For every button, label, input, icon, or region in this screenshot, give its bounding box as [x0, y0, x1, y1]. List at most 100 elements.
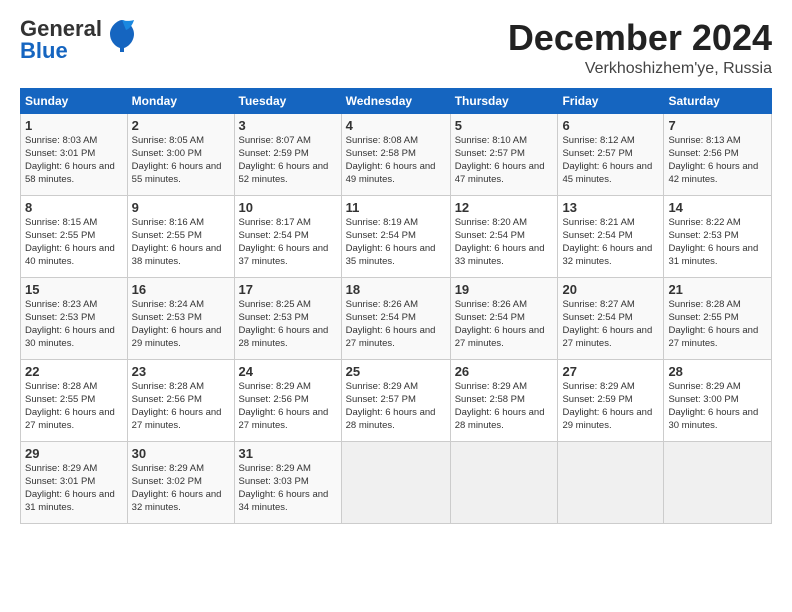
calendar-cell: 4 Sunrise: 8:08 AM Sunset: 2:58 PM Dayli…	[341, 113, 450, 195]
day-number: 9	[132, 199, 230, 217]
day-number: 24	[239, 363, 337, 381]
daylight-label: Daylight: 6 hours and 27 minutes.	[346, 325, 436, 349]
day-number: 15	[25, 281, 123, 299]
day-number: 10	[239, 199, 337, 217]
sunrise-label: Sunrise: 8:12 AM	[562, 135, 634, 146]
calendar-cell: 9 Sunrise: 8:16 AM Sunset: 2:55 PM Dayli…	[127, 195, 234, 277]
sunrise-label: Sunrise: 8:29 AM	[239, 381, 311, 392]
daylight-label: Daylight: 6 hours and 31 minutes.	[668, 243, 758, 267]
calendar-cell: 23 Sunrise: 8:28 AM Sunset: 2:56 PM Dayl…	[127, 359, 234, 441]
daylight-label: Daylight: 6 hours and 27 minutes.	[455, 325, 545, 349]
sunset-label: Sunset: 2:53 PM	[668, 230, 738, 241]
sunrise-label: Sunrise: 8:22 AM	[668, 217, 740, 228]
calendar-cell: 14 Sunrise: 8:22 AM Sunset: 2:53 PM Dayl…	[664, 195, 772, 277]
calendar-cell: 21 Sunrise: 8:28 AM Sunset: 2:55 PM Dayl…	[664, 277, 772, 359]
daylight-label: Daylight: 6 hours and 37 minutes.	[239, 243, 329, 267]
day-number: 11	[346, 199, 446, 217]
calendar-cell: 28 Sunrise: 8:29 AM Sunset: 3:00 PM Dayl…	[664, 359, 772, 441]
daylight-label: Daylight: 6 hours and 49 minutes.	[346, 161, 436, 185]
col-header-wednesday: Wednesday	[341, 88, 450, 113]
sunset-label: Sunset: 3:00 PM	[132, 148, 202, 159]
daylight-label: Daylight: 6 hours and 28 minutes.	[346, 407, 436, 431]
sunset-label: Sunset: 2:57 PM	[346, 394, 416, 405]
daylight-label: Daylight: 6 hours and 29 minutes.	[132, 325, 222, 349]
day-number: 20	[562, 281, 659, 299]
day-number: 8	[25, 199, 123, 217]
col-header-thursday: Thursday	[450, 88, 558, 113]
sunrise-label: Sunrise: 8:29 AM	[132, 463, 204, 474]
daylight-label: Daylight: 6 hours and 27 minutes.	[132, 407, 222, 431]
sunset-label: Sunset: 2:59 PM	[562, 394, 632, 405]
sunrise-label: Sunrise: 8:13 AM	[668, 135, 740, 146]
sunrise-label: Sunrise: 8:28 AM	[132, 381, 204, 392]
sunrise-label: Sunrise: 8:07 AM	[239, 135, 311, 146]
daylight-label: Daylight: 6 hours and 42 minutes.	[668, 161, 758, 185]
day-number: 18	[346, 281, 446, 299]
sunrise-label: Sunrise: 8:16 AM	[132, 217, 204, 228]
sunset-label: Sunset: 2:56 PM	[239, 394, 309, 405]
calendar-cell: 31 Sunrise: 8:29 AM Sunset: 3:03 PM Dayl…	[234, 441, 341, 523]
calendar-cell: 13 Sunrise: 8:21 AM Sunset: 2:54 PM Dayl…	[558, 195, 664, 277]
sunrise-label: Sunrise: 8:28 AM	[25, 381, 97, 392]
day-number: 21	[668, 281, 767, 299]
day-number: 25	[346, 363, 446, 381]
sunrise-label: Sunrise: 8:15 AM	[25, 217, 97, 228]
sunset-label: Sunset: 2:53 PM	[132, 312, 202, 323]
day-number: 26	[455, 363, 554, 381]
sunset-label: Sunset: 2:56 PM	[668, 148, 738, 159]
day-number: 4	[346, 117, 446, 135]
page-header: General Blue December 2024 Verkhoshizhem…	[20, 18, 772, 78]
sunset-label: Sunset: 2:58 PM	[346, 148, 416, 159]
daylight-label: Daylight: 6 hours and 28 minutes.	[239, 325, 329, 349]
calendar-cell: 7 Sunrise: 8:13 AM Sunset: 2:56 PM Dayli…	[664, 113, 772, 195]
calendar-cell: 30 Sunrise: 8:29 AM Sunset: 3:02 PM Dayl…	[127, 441, 234, 523]
sunrise-label: Sunrise: 8:08 AM	[346, 135, 418, 146]
day-number: 19	[455, 281, 554, 299]
calendar-cell: 15 Sunrise: 8:23 AM Sunset: 2:53 PM Dayl…	[21, 277, 128, 359]
daylight-label: Daylight: 6 hours and 55 minutes.	[132, 161, 222, 185]
calendar-table: SundayMondayTuesdayWednesdayThursdayFrid…	[20, 88, 772, 524]
calendar-cell: 19 Sunrise: 8:26 AM Sunset: 2:54 PM Dayl…	[450, 277, 558, 359]
sunrise-label: Sunrise: 8:29 AM	[455, 381, 527, 392]
sunset-label: Sunset: 3:01 PM	[25, 476, 95, 487]
sunset-label: Sunset: 2:54 PM	[455, 230, 525, 241]
sunrise-label: Sunrise: 8:27 AM	[562, 299, 634, 310]
col-header-friday: Friday	[558, 88, 664, 113]
sunset-label: Sunset: 3:01 PM	[25, 148, 95, 159]
sunset-label: Sunset: 2:55 PM	[668, 312, 738, 323]
daylight-label: Daylight: 6 hours and 30 minutes.	[668, 407, 758, 431]
daylight-label: Daylight: 6 hours and 27 minutes.	[25, 407, 115, 431]
day-number: 28	[668, 363, 767, 381]
sunset-label: Sunset: 3:03 PM	[239, 476, 309, 487]
day-number: 6	[562, 117, 659, 135]
day-number: 29	[25, 445, 123, 463]
daylight-label: Daylight: 6 hours and 30 minutes.	[25, 325, 115, 349]
col-header-saturday: Saturday	[664, 88, 772, 113]
calendar-cell: 17 Sunrise: 8:25 AM Sunset: 2:53 PM Dayl…	[234, 277, 341, 359]
daylight-label: Daylight: 6 hours and 40 minutes.	[25, 243, 115, 267]
day-number: 31	[239, 445, 337, 463]
daylight-label: Daylight: 6 hours and 29 minutes.	[562, 407, 652, 431]
calendar-cell	[664, 441, 772, 523]
logo-general: General	[20, 18, 102, 40]
sunset-label: Sunset: 2:53 PM	[25, 312, 95, 323]
sunrise-label: Sunrise: 8:25 AM	[239, 299, 311, 310]
calendar-cell	[341, 441, 450, 523]
day-number: 1	[25, 117, 123, 135]
sunrise-label: Sunrise: 8:21 AM	[562, 217, 634, 228]
calendar-cell: 18 Sunrise: 8:26 AM Sunset: 2:54 PM Dayl…	[341, 277, 450, 359]
day-number: 14	[668, 199, 767, 217]
daylight-label: Daylight: 6 hours and 32 minutes.	[562, 243, 652, 267]
daylight-label: Daylight: 6 hours and 45 minutes.	[562, 161, 652, 185]
calendar-cell: 8 Sunrise: 8:15 AM Sunset: 2:55 PM Dayli…	[21, 195, 128, 277]
sunrise-label: Sunrise: 8:26 AM	[346, 299, 418, 310]
calendar-cell: 11 Sunrise: 8:19 AM Sunset: 2:54 PM Dayl…	[341, 195, 450, 277]
sunrise-label: Sunrise: 8:03 AM	[25, 135, 97, 146]
sunrise-label: Sunrise: 8:28 AM	[668, 299, 740, 310]
calendar-cell: 20 Sunrise: 8:27 AM Sunset: 2:54 PM Dayl…	[558, 277, 664, 359]
daylight-label: Daylight: 6 hours and 47 minutes.	[455, 161, 545, 185]
sunset-label: Sunset: 2:57 PM	[455, 148, 525, 159]
sunset-label: Sunset: 2:54 PM	[346, 230, 416, 241]
day-number: 23	[132, 363, 230, 381]
col-header-sunday: Sunday	[21, 88, 128, 113]
